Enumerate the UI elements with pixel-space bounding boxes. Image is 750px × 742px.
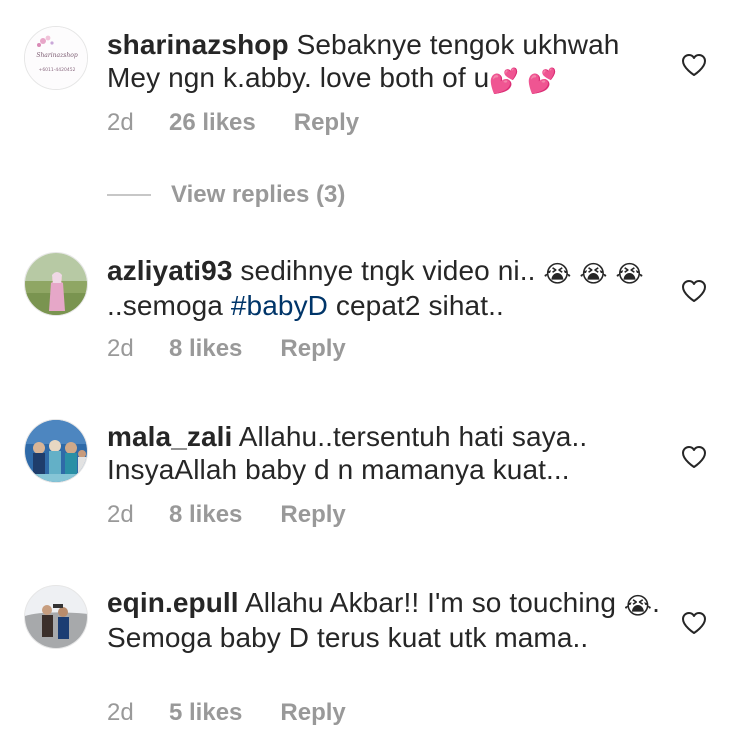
comment-username[interactable]: eqin.epull	[107, 587, 239, 618]
comment-text: mala_zali Allahu..tersentuh hati saya.. …	[107, 420, 667, 486]
heart-icon[interactable]	[681, 611, 707, 635]
comment-likes[interactable]: 8 likes	[169, 335, 242, 363]
divider	[107, 194, 151, 196]
heart-icon[interactable]	[681, 53, 707, 77]
view-replies-button[interactable]: View replies (3)	[107, 180, 345, 210]
avatar-image	[25, 253, 87, 315]
comment-message: Allahu Akbar!! I'm so touching	[245, 587, 617, 618]
comment-username[interactable]: mala_zali	[107, 421, 232, 452]
comment-age: 2d	[107, 699, 134, 726]
comment-text: eqin.epull Allahu Akbar!! I'm so touchin…	[107, 586, 667, 654]
comment-message: cepat2 sihat..	[335, 290, 504, 321]
avatar-phone: +6011-4420452	[39, 67, 76, 73]
crying-emoji: 😭	[623, 593, 653, 620]
heart-icon[interactable]	[681, 279, 707, 303]
comment-username[interactable]: azliyati93	[107, 255, 233, 286]
view-replies-label[interactable]: View replies (3)	[171, 181, 345, 209]
comment-username[interactable]: sharinazshop	[107, 29, 289, 60]
heart-icon[interactable]	[681, 445, 707, 469]
comment-meta: 2d 5 likes Reply	[107, 698, 346, 728]
crying-emoji: 😭	[579, 261, 608, 288]
comment-message: sedihnye tngk video ni..	[240, 255, 536, 286]
avatar[interactable]	[24, 252, 88, 316]
reply-button[interactable]: Reply	[280, 335, 345, 363]
avatar[interactable]	[24, 585, 88, 649]
avatar[interactable]	[24, 419, 88, 483]
reply-button[interactable]: Reply	[280, 501, 345, 529]
comment-age: 2d	[107, 501, 134, 528]
two-hearts-emoji: 💕	[527, 68, 558, 95]
comment-text: sharinazshop Sebaknye tengok ukhwah Mey …	[107, 28, 667, 96]
crying-emoji: 😭	[615, 261, 644, 288]
comment-meta: 2d 8 likes Reply	[107, 334, 346, 364]
reply-button[interactable]: Reply	[280, 699, 345, 727]
hashtag-link[interactable]: #babyD	[231, 290, 328, 321]
comment-meta: 2d 26 likes Reply	[107, 108, 359, 138]
comment-likes[interactable]: 5 likes	[169, 699, 242, 727]
comment-text: azliyati93 sedihnye tngk video ni.. 😭 😭 …	[107, 254, 667, 322]
crying-emoji: 😭	[543, 261, 572, 288]
comment-meta: 2d 8 likes Reply	[107, 500, 346, 530]
avatar-image	[25, 586, 87, 648]
comment-age: 2d	[107, 109, 134, 136]
avatar-image: Sharinazshop +6011-4420452	[25, 27, 87, 89]
comment-message: ..semoga	[107, 290, 223, 321]
comment-likes[interactable]: 26 likes	[169, 109, 256, 137]
avatar-image	[25, 420, 87, 482]
reply-button[interactable]: Reply	[294, 109, 359, 137]
avatar-brand: Sharinazshop	[36, 52, 77, 59]
comment-likes[interactable]: 8 likes	[169, 501, 242, 529]
comment-age: 2d	[107, 335, 134, 362]
two-hearts-emoji: 💕	[489, 68, 520, 95]
avatar[interactable]: Sharinazshop +6011-4420452	[24, 26, 88, 90]
